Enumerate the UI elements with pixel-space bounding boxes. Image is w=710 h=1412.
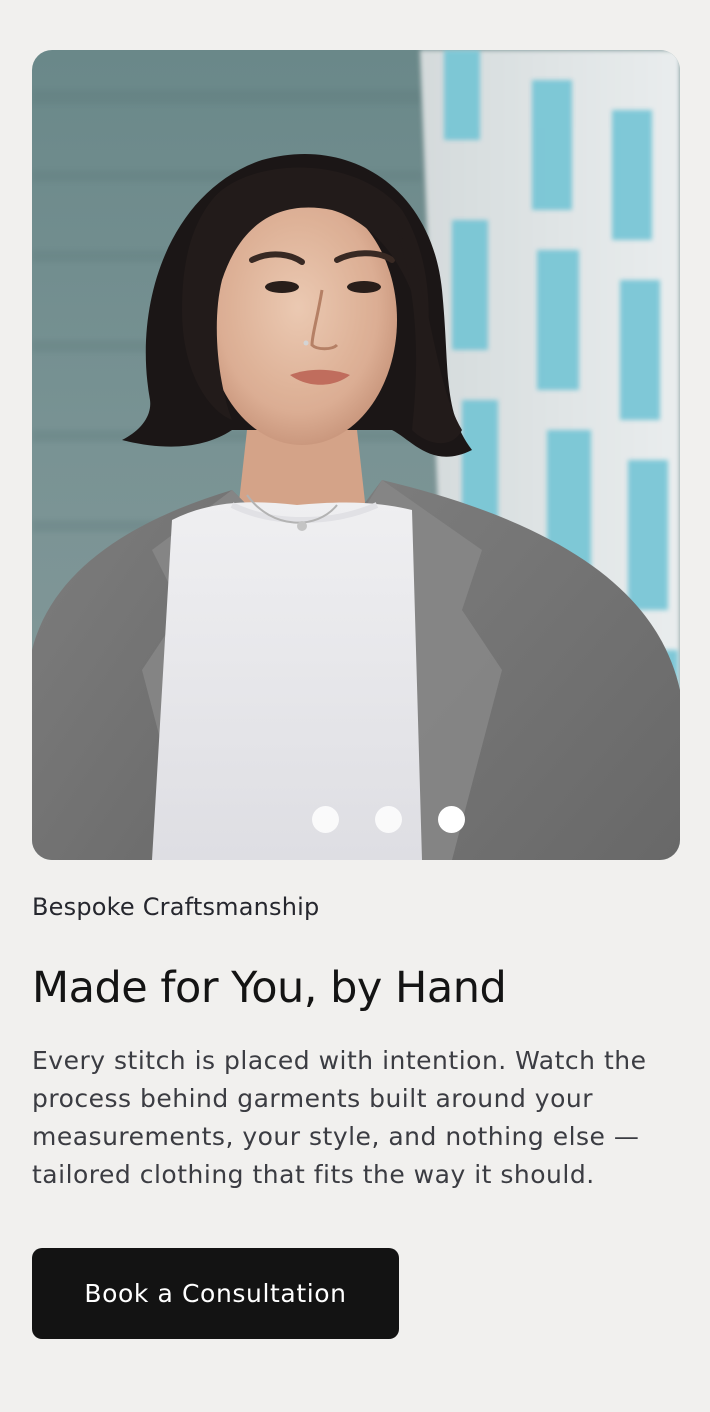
body-description: Every stitch is placed with intention. W…	[32, 1046, 647, 1189]
portrait-photo	[32, 50, 680, 860]
carousel-dot-2[interactable]	[375, 806, 402, 833]
carousel-dot-1[interactable]	[312, 806, 339, 833]
carousel-pagination	[32, 806, 680, 834]
carousel-dot-3-active[interactable]	[438, 806, 465, 833]
book-consultation-button[interactable]: Book a Consultation	[32, 1248, 399, 1339]
page-title: Made for You, by Hand	[32, 963, 507, 1013]
eyebrow-label: Bespoke Craftsmanship	[32, 893, 320, 921]
hero-media-card[interactable]	[32, 50, 680, 860]
